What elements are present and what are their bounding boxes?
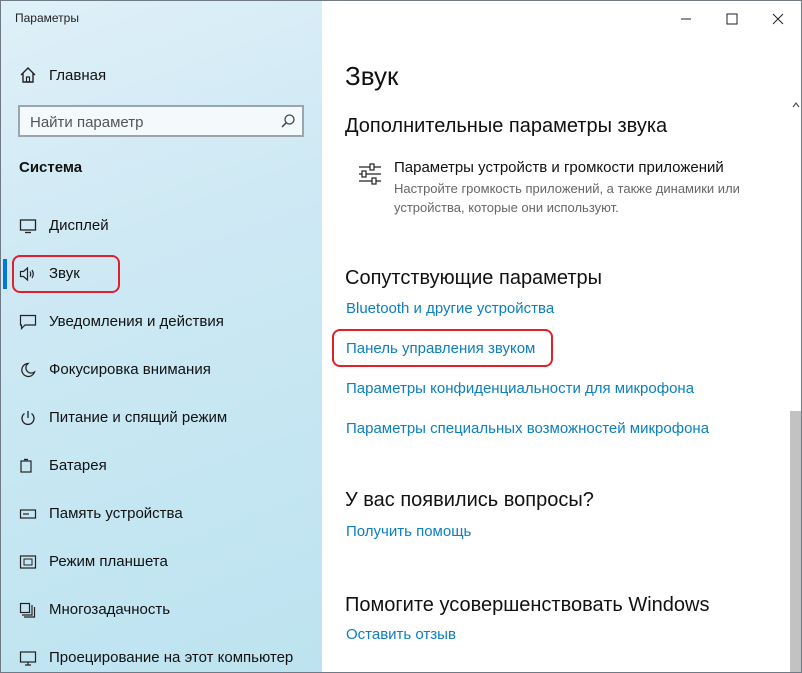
control-panel-highlight-box xyxy=(332,329,553,367)
microphone-accessibility-link[interactable]: Параметры специальных возможностей микро… xyxy=(346,420,709,437)
sliders-icon xyxy=(359,163,381,185)
sidebar-item-multitasking[interactable]: Многозадачность xyxy=(1,595,322,625)
close-button[interactable] xyxy=(763,9,793,29)
search-icon[interactable] xyxy=(280,113,296,129)
sidebar-item-focus-assist[interactable]: Фокусировка внимания xyxy=(1,355,322,385)
microphone-privacy-link[interactable]: Параметры конфиденциальности для микрофо… xyxy=(346,380,694,397)
page-title: Звук xyxy=(345,61,399,91)
sidebar-item-label: Уведомления и действия xyxy=(49,313,224,330)
improve-windows-heading: Помогите усовершенствовать Windows xyxy=(345,594,710,616)
home-label: Главная xyxy=(49,66,107,84)
settings-window: Параметры Главная Система Дисплей Звук У… xyxy=(0,0,802,673)
sidebar-item-notifications[interactable]: Уведомления и действия xyxy=(1,307,322,337)
sidebar-item-storage[interactable]: Память устройства xyxy=(1,499,322,529)
sidebar-item-power-sleep[interactable]: Питание и спящий режим xyxy=(1,403,322,433)
section-title: Система xyxy=(19,159,83,176)
projecting-icon xyxy=(19,651,37,666)
sidebar-item-label: Режим планшета xyxy=(49,553,168,570)
scroll-up-icon[interactable] xyxy=(792,101,800,109)
advanced-sound-heading: Дополнительные параметры звука xyxy=(345,115,668,137)
power-icon xyxy=(21,411,35,425)
sidebar-item-label: Фокусировка внимания xyxy=(49,361,211,378)
storage-icon xyxy=(19,509,37,519)
get-help-link[interactable]: Получить помощь xyxy=(346,523,471,540)
home-icon xyxy=(20,67,36,83)
sidebar-item-label: Многозадачность xyxy=(49,601,171,618)
minimize-button[interactable] xyxy=(671,9,701,29)
app-volume-settings[interactable]: Параметры устройств и громкости приложен… xyxy=(357,157,777,217)
search-input[interactable] xyxy=(20,107,282,137)
sidebar-item-display[interactable]: Дисплей xyxy=(1,211,322,241)
sidebar-item-battery[interactable]: Батарея xyxy=(1,451,322,481)
sound-highlight-box xyxy=(12,255,120,293)
app-volume-description: Настройте громкость приложений, а также … xyxy=(394,181,740,215)
sidebar-item-label: Память устройства xyxy=(49,505,183,522)
bluetooth-link[interactable]: Bluetooth и другие устройства xyxy=(346,300,554,317)
app-volume-title: Параметры устройств и громкости приложен… xyxy=(394,159,724,176)
sidebar-item-tablet-mode[interactable]: Режим планшета xyxy=(1,547,322,577)
related-settings-heading: Сопутствующие параметры xyxy=(345,267,603,289)
scrollbar-thumb[interactable] xyxy=(790,411,801,672)
display-icon xyxy=(19,219,37,234)
sidebar-item-label: Батарея xyxy=(49,457,107,474)
home-nav[interactable]: Главная xyxy=(19,65,106,85)
sidebar: Параметры Главная Система Дисплей Звук У… xyxy=(1,1,322,672)
app-title: Параметры xyxy=(15,11,79,25)
sidebar-item-label: Проецирование на этот компьютер xyxy=(49,649,294,666)
questions-heading: У вас появились вопросы? xyxy=(345,489,594,511)
tablet-mode-icon xyxy=(19,555,37,569)
feedback-link[interactable]: Оставить отзыв xyxy=(346,626,456,643)
maximize-button[interactable] xyxy=(717,9,747,29)
multitasking-icon xyxy=(19,602,36,618)
sidebar-item-projecting[interactable]: Проецирование на этот компьютер xyxy=(1,643,322,672)
sidebar-item-label: Питание и спящий режим xyxy=(49,409,228,426)
content-pane: Звук Дополнительные параметры звука Пара… xyxy=(322,1,801,672)
notifications-icon xyxy=(19,314,37,330)
search-box[interactable] xyxy=(18,105,304,137)
battery-icon xyxy=(20,458,32,473)
sidebar-item-label: Дисплей xyxy=(49,217,109,234)
moon-icon xyxy=(21,362,36,378)
